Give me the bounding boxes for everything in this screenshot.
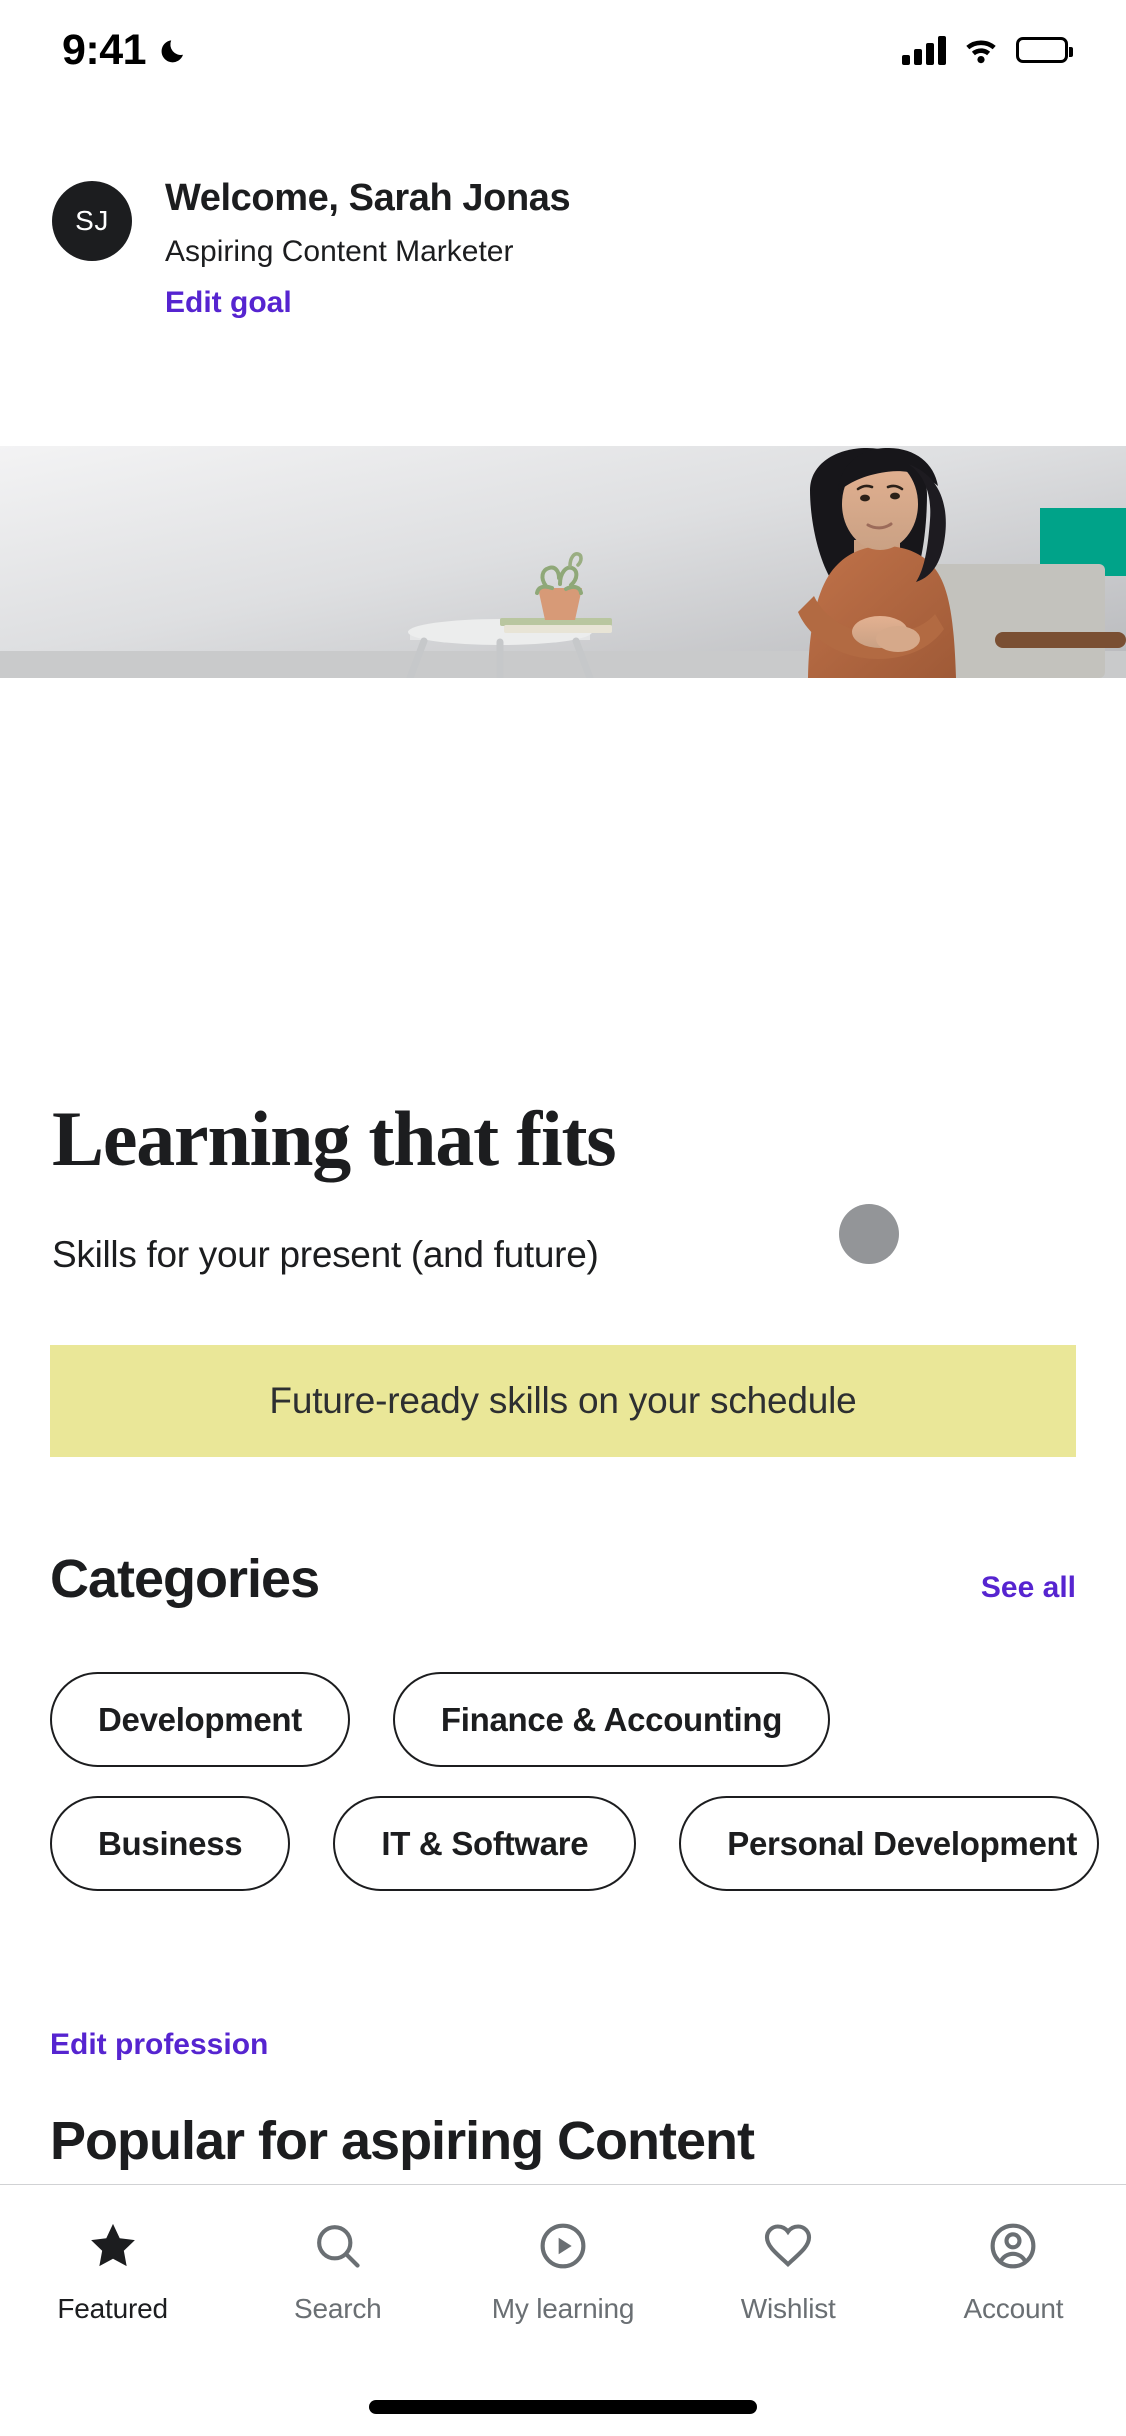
- category-pill-business[interactable]: Business: [50, 1796, 291, 1891]
- category-pill-finance-accounting[interactable]: Finance & Accounting: [392, 1672, 831, 1767]
- profile-header: SJ Welcome, Sarah Jonas Aspiring Content…: [52, 176, 571, 321]
- battery-full-icon: [1016, 37, 1073, 63]
- tab-featured[interactable]: Featured: [0, 2217, 225, 2325]
- category-pill-row: Development Finance & Accounting: [50, 1672, 1126, 1767]
- app-screen: 9:41 SJ Welcome, Sarah Jonas Aspiring Co…: [0, 0, 1126, 2436]
- profile-text-block: Welcome, Sarah Jonas Aspiring Content Ma…: [165, 176, 571, 321]
- hero-banner-image[interactable]: [0, 446, 1126, 678]
- bottom-tab-bar: Featured Search My learning Wishlist Acc…: [0, 2184, 1126, 2436]
- wifi-icon: [963, 36, 999, 64]
- avatar[interactable]: SJ: [52, 181, 132, 261]
- tab-label: Account: [963, 2293, 1064, 2324]
- category-pill-label: Finance & Accounting: [440, 1700, 783, 1738]
- edit-profession-link[interactable]: Edit profession: [50, 2028, 268, 2062]
- tab-wishlist[interactable]: Wishlist: [676, 2217, 901, 2325]
- tab-label: Search: [294, 2293, 382, 2324]
- account-circle-icon: [984, 2217, 1042, 2275]
- category-pill-list: Development Finance & Accounting Busines…: [50, 1672, 1126, 1920]
- category-pill-row: Business IT & Software Personal Developm…: [50, 1796, 1126, 1891]
- home-indicator: [369, 2400, 757, 2414]
- moon-icon: [160, 35, 190, 65]
- heart-icon: [759, 2217, 817, 2275]
- cellular-signal-icon: [902, 35, 946, 65]
- status-bar-right: [902, 35, 1073, 65]
- profile-subtitle: Aspiring Content Marketer: [165, 234, 514, 268]
- category-pill-development[interactable]: Development: [50, 1672, 350, 1767]
- category-pill-label: Personal Development: [727, 1824, 1078, 1862]
- category-pill-label: Development: [98, 1700, 302, 1738]
- category-pill-it-software[interactable]: IT & Software: [333, 1796, 637, 1891]
- category-pill-label: Business: [98, 1824, 243, 1862]
- tab-label: Wishlist: [740, 2293, 836, 2324]
- promo-banner-text: Future-ready skills on your schedule: [269, 1380, 857, 1421]
- tab-label: My learning: [491, 2293, 635, 2324]
- promo-subheadline: Skills for your present (and future): [52, 1234, 599, 1275]
- promo-banner[interactable]: Future-ready skills on your schedule: [50, 1345, 1076, 1457]
- tab-account[interactable]: Account: [901, 2217, 1126, 2325]
- categories-header: Categories See all: [50, 1548, 1076, 1610]
- category-pill-label: IT & Software: [381, 1824, 589, 1862]
- categories-title: Categories: [50, 1549, 320, 1609]
- star-icon: [84, 2217, 142, 2275]
- play-circle-icon: [534, 2217, 592, 2275]
- popular-section-title: Popular for aspiring Content: [50, 2111, 755, 2171]
- decorative-dot: [839, 1204, 899, 1264]
- tab-search[interactable]: Search: [225, 2217, 450, 2325]
- promo-headline: Learning that fits: [52, 1095, 617, 1182]
- see-all-link[interactable]: See all: [981, 1571, 1076, 1605]
- status-bar-left: 9:41: [62, 25, 190, 74]
- search-icon: [309, 2217, 367, 2275]
- category-pill-personal-development[interactable]: Personal Development: [679, 1796, 1100, 1891]
- edit-goal-link[interactable]: Edit goal: [165, 285, 570, 321]
- welcome-title: Welcome, Sarah Jonas: [165, 177, 571, 219]
- hero-illustration: [0, 446, 1126, 678]
- status-bar: 9:41: [0, 0, 1126, 100]
- status-time: 9:41: [62, 25, 147, 74]
- tab-my-learning[interactable]: My learning: [450, 2217, 675, 2325]
- tab-label: Featured: [57, 2293, 168, 2324]
